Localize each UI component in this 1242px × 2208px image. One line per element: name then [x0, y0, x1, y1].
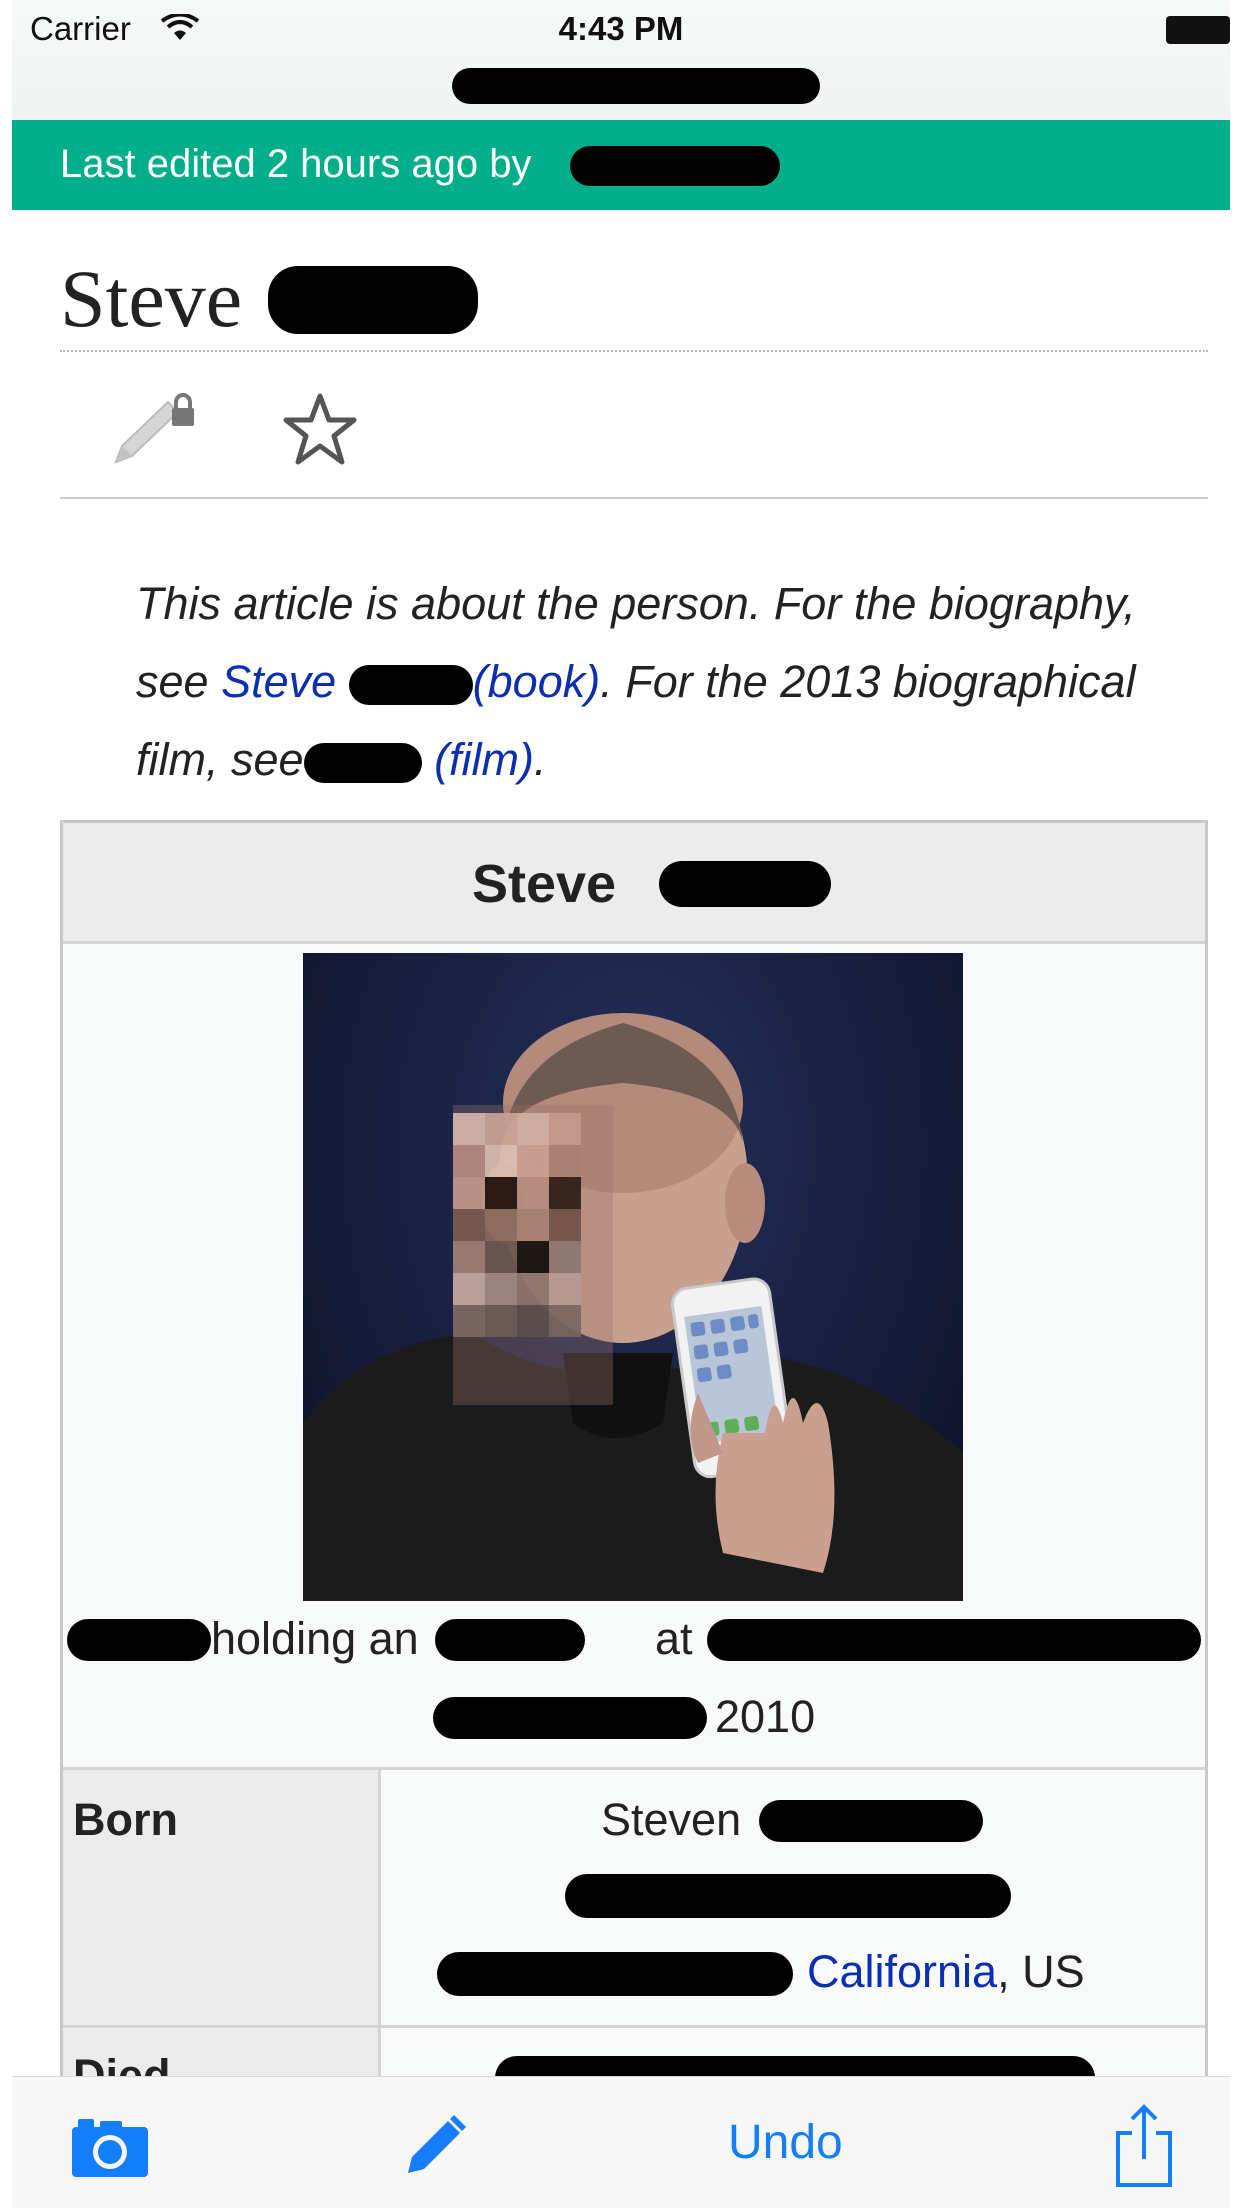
- toolbar-divider: [60, 497, 1208, 499]
- page-title: Steve: [60, 253, 243, 344]
- redacted-born-date: [565, 1874, 1011, 1918]
- screen: Carrier 4:43 PM Last edited 2 hours ago …: [12, 0, 1230, 2208]
- redacted-born-surname: [759, 1800, 983, 1842]
- hatnote-text-3: .: [534, 734, 547, 785]
- camera-icon[interactable]: [70, 2115, 150, 2179]
- last-edited-banner[interactable]: Last edited 2 hours ago by: [12, 120, 1230, 210]
- redacted-book-name: [348, 665, 473, 706]
- link-california[interactable]: California: [807, 1946, 997, 1997]
- link-book-suffix[interactable]: (book): [473, 656, 601, 707]
- undo-button[interactable]: Undo: [728, 2115, 843, 2170]
- redacted-caption-place: [433, 1697, 707, 1739]
- title-divider: [60, 350, 1208, 352]
- redacted-film-name: [303, 743, 422, 784]
- redacted-caption-event: [707, 1619, 1201, 1661]
- infobox-row-born: Born Steven California, US: [63, 1767, 1205, 2028]
- redacted-infobox-surname: [659, 861, 831, 907]
- caption-text-at: at: [655, 1613, 693, 1664]
- last-edited-text: Last edited 2 hours ago by: [60, 142, 532, 186]
- link-steve-book[interactable]: Steve: [221, 656, 336, 707]
- born-place-suffix: , US: [997, 1946, 1085, 1997]
- caption-year: 2010: [715, 1691, 816, 1742]
- infobox-header: Steve: [63, 823, 1205, 944]
- link-film[interactable]: (film): [434, 734, 534, 785]
- redacted-title-surname: [268, 266, 478, 334]
- hatnote: This article is about the person. For th…: [136, 565, 1176, 799]
- status-time: 4:43 PM: [558, 10, 684, 47]
- portrait-photo[interactable]: [303, 953, 963, 1601]
- redacted-caption-product: [435, 1619, 585, 1661]
- born-label: Born: [73, 1794, 178, 1845]
- redacted-nav-title: [452, 68, 820, 104]
- infobox-title: Steve: [471, 854, 617, 914]
- bottom-toolbar: Undo: [12, 2076, 1230, 2208]
- redacted-caption-name: [67, 1619, 211, 1661]
- share-icon[interactable]: [1112, 2103, 1176, 2189]
- born-name: Steven: [601, 1794, 742, 1845]
- born-value: Steven California, US: [381, 1770, 1205, 2028]
- pencil-icon[interactable]: [402, 2113, 468, 2179]
- battery-icon: [1166, 16, 1230, 44]
- portrait-illustration: [303, 1013, 963, 1601]
- infobox: Steve holding an at 2010 Born Steven Cal…: [60, 820, 1208, 2208]
- navigation-bar: Carrier 4:43 PM: [12, 0, 1230, 120]
- edit-locked-icon[interactable]: [112, 390, 202, 470]
- redacted-born-city: [437, 1952, 793, 1996]
- redacted-editor-name: [570, 146, 780, 186]
- caption-text-holding: holding an: [211, 1613, 419, 1664]
- star-icon[interactable]: [280, 390, 360, 470]
